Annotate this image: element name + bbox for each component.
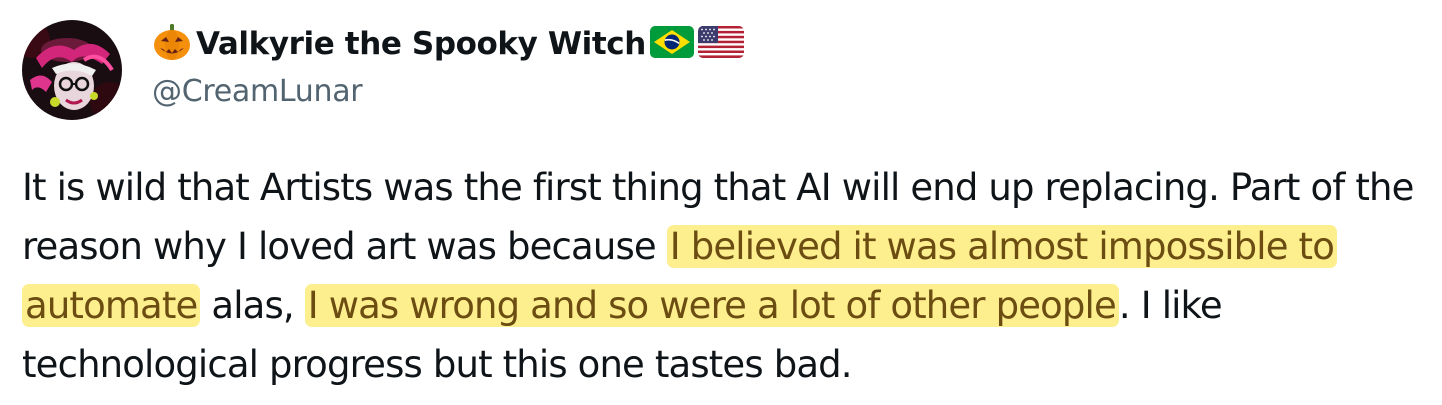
author-handle[interactable]: @CreamLunar [152, 74, 744, 109]
tweet: Valkyrie the Spooky Witch @CreamLunar It… [0, 0, 1442, 405]
jack-o-lantern-icon [152, 22, 192, 66]
tweet-text-segment: alas, [200, 284, 305, 327]
avatar[interactable] [22, 20, 122, 120]
tweet-header: Valkyrie the Spooky Witch @CreamLunar [152, 20, 744, 109]
author-name-row[interactable]: Valkyrie the Spooky Witch [152, 20, 744, 68]
author-display-name: Valkyrie the Spooky Witch [196, 26, 646, 62]
brazil-flag-icon [649, 26, 694, 62]
tweet-text: It is wild that Artists was the first th… [22, 158, 1427, 394]
highlighted-text: I was wrong and so were a lot of other p… [304, 284, 1119, 327]
usa-flag-icon [697, 26, 744, 62]
